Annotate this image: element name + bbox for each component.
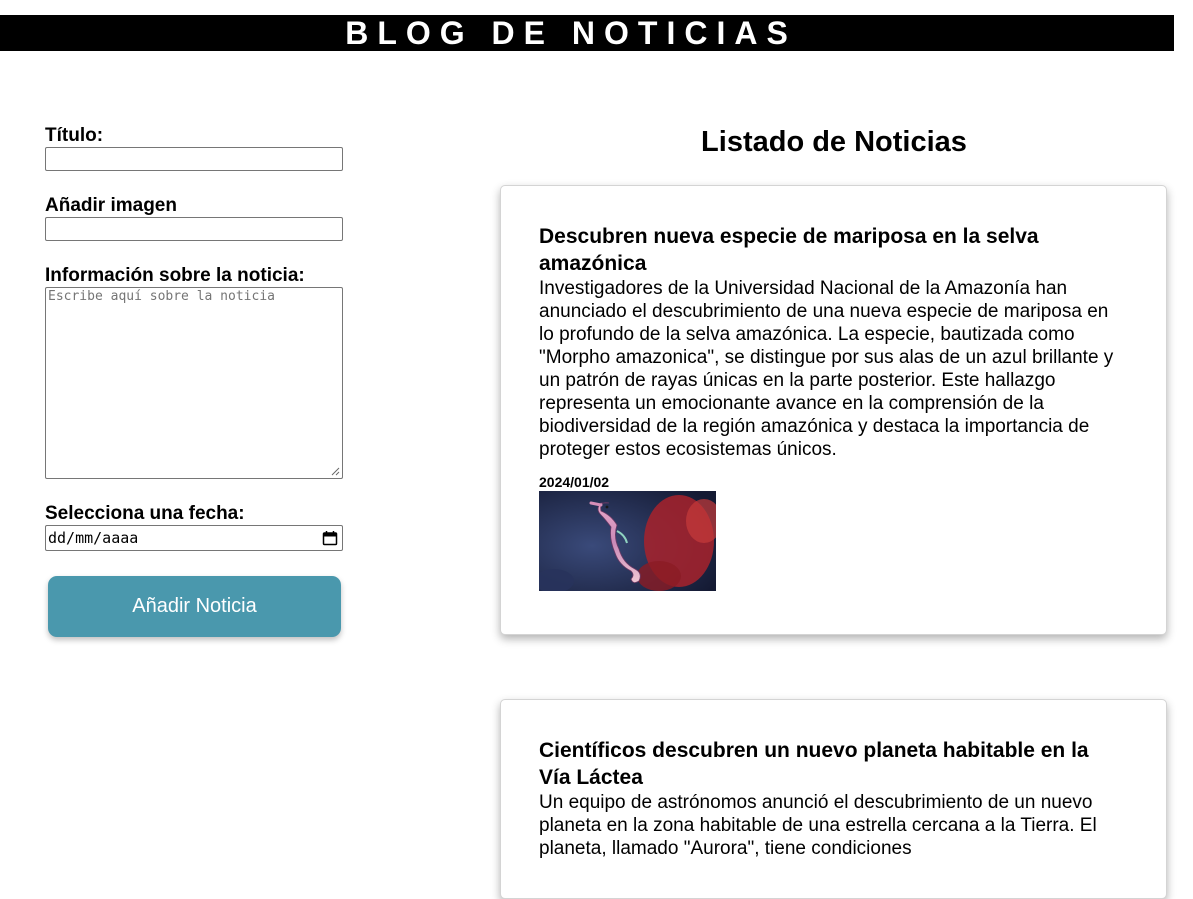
news-form: Título: Añadir imagen Información sobre … — [45, 125, 345, 637]
news-card-title: Descubren nueva especie de mariposa en l… — [539, 225, 1039, 275]
calendar-icon[interactable] — [322, 530, 338, 546]
page-header: BLOG DE NOTICIAS — [0, 15, 1174, 51]
seahorse-image — [539, 491, 716, 591]
image-input[interactable] — [45, 217, 343, 241]
news-card: Científicos descubren un nuevo planeta h… — [500, 699, 1167, 899]
info-placeholder: Escribe aquí sobre la noticia — [48, 289, 275, 304]
title-input[interactable] — [45, 147, 343, 171]
date-placeholder: dd/mm/aaaa — [48, 529, 139, 547]
title-label: Título: — [45, 125, 104, 146]
image-label: Añadir imagen — [45, 195, 177, 216]
news-list-title: Listado de Noticias — [701, 126, 967, 158]
news-card-body: Investigadores de la Universidad Naciona… — [539, 278, 1114, 460]
date-input[interactable]: dd/mm/aaaa — [45, 525, 343, 551]
add-news-button[interactable]: Añadir Noticia — [48, 576, 341, 637]
news-card: Descubren nueva especie de mariposa en l… — [500, 185, 1167, 635]
resize-grip-icon[interactable] — [330, 466, 340, 476]
news-card-title: Científicos descubren un nuevo planeta h… — [539, 739, 1089, 789]
info-label: Información sobre la noticia: — [45, 265, 305, 286]
info-textarea[interactable]: Escribe aquí sobre la noticia — [45, 287, 343, 479]
news-card-date: 2024/01/02 — [539, 474, 610, 490]
date-label: Selecciona una fecha: — [45, 503, 245, 524]
